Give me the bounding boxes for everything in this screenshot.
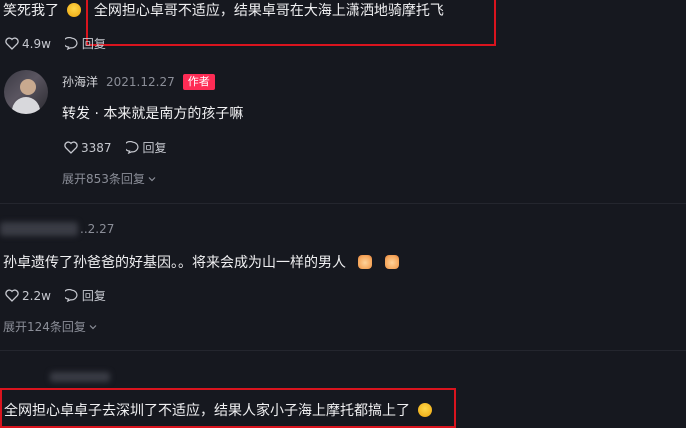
reply-button[interactable]: 回复	[125, 139, 167, 156]
comment-text-author: 转发 · 本来就是南方的孩子嘛	[62, 106, 244, 122]
expand-replies-author[interactable]: 展开853条回复	[62, 170, 156, 187]
expand-replies-label: 展开124条回复	[3, 320, 86, 334]
expand-replies-label: 展开853条回复	[62, 172, 145, 186]
reply-button[interactable]: 回复	[64, 287, 106, 304]
red-highlight-box-bottom	[0, 388, 456, 428]
username[interactable]: 孙海洋	[62, 73, 98, 90]
red-highlight-box-top	[86, 0, 496, 46]
reply-button[interactable]: 回复	[64, 35, 106, 52]
comment-text-prefix: 笑死我了	[3, 3, 59, 19]
comment-date: ..2.27	[80, 222, 115, 236]
heart-icon	[5, 289, 19, 302]
like-count: 4.9w	[22, 36, 51, 51]
thumbs-up-emoji-icon	[358, 255, 373, 269]
thumbs-up-emoji-icon	[384, 255, 399, 269]
comment-text-third: 孙卓遗传了孙爸爸的好基因。。将来会成为山一样的男人	[3, 252, 399, 272]
comment-date: 2021.12.27	[106, 74, 175, 89]
comment-bubble-icon	[125, 141, 139, 154]
heart-icon	[64, 141, 78, 154]
comment-actions-top: 4.9w 回复	[5, 35, 106, 52]
like-count: 3387	[81, 140, 112, 155]
like-button[interactable]: 2.2w	[5, 289, 51, 303]
comment-actions-author: 3387 回复	[64, 139, 167, 156]
like-count: 2.2w	[22, 288, 51, 303]
comment-text: 孙卓遗传了孙爸爸的好基因。。将来会成为山一样的男人	[3, 255, 346, 271]
expand-replies-third[interactable]: 展开124条回复	[3, 318, 97, 335]
divider	[0, 350, 686, 351]
chevron-down-icon	[89, 324, 97, 329]
comment-header-author: 孙海洋 2021.12.27 作者	[62, 73, 215, 90]
reply-label: 回复	[142, 141, 167, 155]
like-button[interactable]: 4.9w	[5, 37, 51, 51]
avatar[interactable]	[4, 70, 48, 114]
author-badge: 作者	[182, 73, 215, 90]
heart-icon	[5, 37, 19, 50]
blurred-username	[0, 222, 78, 236]
reply-label: 回复	[81, 37, 106, 51]
laughing-emoji-icon	[67, 3, 82, 17]
divider	[0, 203, 686, 204]
comment-bubble-icon	[64, 37, 78, 50]
reply-label: 回复	[81, 289, 106, 303]
chevron-down-icon	[148, 176, 156, 181]
comment-actions-third: 2.2w 回复	[5, 287, 106, 304]
comment-bubble-icon	[64, 289, 78, 302]
like-button[interactable]: 3387	[64, 141, 112, 155]
blurred-username	[50, 372, 110, 382]
